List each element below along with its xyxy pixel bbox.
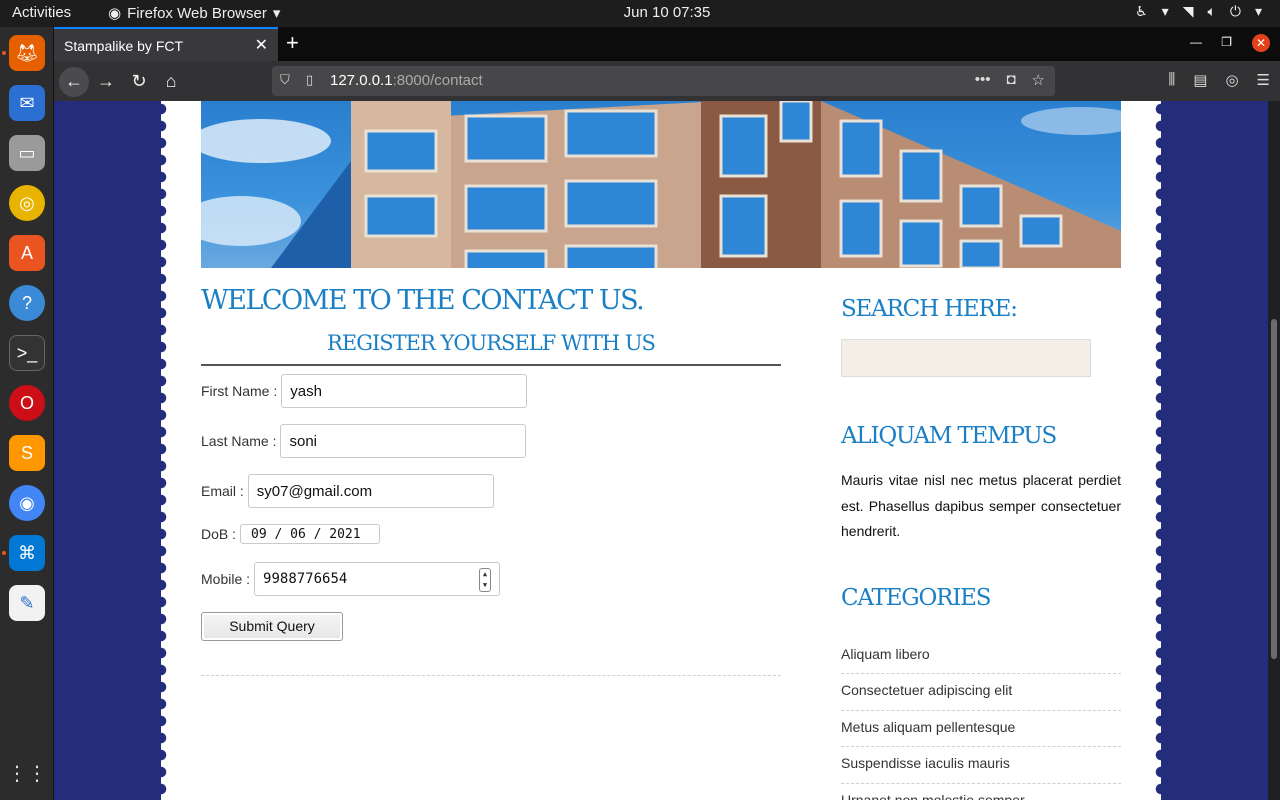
page-title: WELCOME TO THE CONTACT US. bbox=[201, 285, 645, 316]
first-name-input[interactable]: yash bbox=[281, 374, 528, 408]
vscode-icon[interactable]: ⌘ bbox=[9, 535, 45, 571]
scrollbar-thumb[interactable] bbox=[1271, 319, 1277, 659]
thunderbird-icon[interactable]: ✉ bbox=[9, 85, 45, 121]
software-center-icon[interactable]: A bbox=[9, 235, 45, 271]
first-name-label: First Name : bbox=[201, 383, 278, 399]
mobile-number-value: 9988776654 bbox=[263, 571, 348, 587]
categories-heading: CATEGORIES bbox=[841, 584, 991, 611]
tab-active[interactable]: Stampalike by FCT ✕ bbox=[54, 27, 278, 61]
new-tab-icon[interactable]: + bbox=[286, 30, 299, 56]
home-icon[interactable]: ⌂ bbox=[156, 67, 186, 97]
last-name-input[interactable]: soni bbox=[280, 424, 527, 458]
tab-bar: Stampalike by FCT ✕ + — ❐ ✕ bbox=[54, 27, 1280, 61]
sidebar: SEARCH HERE: ALIQUAM TEMPUS Mauris vitae… bbox=[841, 268, 1121, 800]
close-tab-icon[interactable]: ✕ bbox=[255, 35, 268, 55]
chrome-icon[interactable]: ◉ bbox=[9, 485, 45, 521]
divider bbox=[201, 675, 781, 676]
email-input[interactable]: sy07@gmail.com bbox=[247, 474, 494, 508]
browser-window: Stampalike by FCT ✕ + — ❐ ✕ ← → ↻ ⌂ ⛉ ▯ … bbox=[54, 27, 1280, 800]
url-bar[interactable]: ⛉ ▯ 127.0.0.1:8000/contact ••• ◘ ☆ bbox=[272, 66, 1055, 96]
dock: 🦊︎ ✉ ▭ ◎ A ? >_ O S ◉ ⌘ ✎ ⋮⋮ bbox=[0, 27, 54, 800]
tab-title: Stampalike by FCT bbox=[64, 38, 184, 54]
navigation-toolbar: ← → ↻ ⌂ ⛉ ▯ 127.0.0.1:8000/contact ••• ◘… bbox=[54, 61, 1280, 101]
opera-icon[interactable]: O bbox=[9, 385, 45, 421]
building-illustration bbox=[201, 101, 1121, 268]
submit-button[interactable]: Submit Query bbox=[201, 612, 343, 641]
minimize-icon[interactable]: — bbox=[1190, 35, 1202, 49]
main-content: WELCOME TO THE CONTACT US. REGISTER YOUR… bbox=[201, 268, 781, 676]
contact-form: First Name : yash Last Name : soni Email… bbox=[201, 374, 781, 641]
category-link[interactable]: Urnanet non molestie semper bbox=[841, 784, 1121, 800]
system-tray[interactable]: ♿︎ ▾ ◥ 🔈︎ ⏻ ▾ bbox=[1135, 3, 1262, 20]
search-input[interactable] bbox=[841, 339, 1091, 377]
menu-icon[interactable]: ☰ bbox=[1257, 71, 1270, 89]
tempus-text: Mauris vitae nisl nec metus placerat per… bbox=[841, 472, 1121, 539]
rhythmbox-icon[interactable]: ◎ bbox=[9, 185, 45, 221]
stamp-page: WELCOME TO THE CONTACT US. REGISTER YOUR… bbox=[155, 101, 1167, 800]
mobile-number-input[interactable]: 9988776654 ▲ ▼ bbox=[254, 562, 501, 596]
pocket-icon[interactable]: ◘ bbox=[1006, 71, 1015, 89]
firefox-icon[interactable]: 🦊︎ bbox=[9, 35, 45, 71]
back-arrow-icon[interactable]: ← bbox=[59, 67, 89, 97]
clock[interactable]: Jun 10 07:35 bbox=[0, 4, 1280, 21]
chevron-down-icon: ▾ bbox=[1254, 3, 1262, 19]
system-top-bar: Activities ◉ Firefox Web Browser ▾ Jun 1… bbox=[0, 0, 1280, 27]
dob-row: DoB : 09 / 06 / 2021 bbox=[201, 524, 781, 544]
category-link[interactable]: Suspendisse iaculis mauris bbox=[841, 747, 1121, 784]
restore-icon[interactable]: ❐ bbox=[1221, 35, 1232, 49]
wifi-icon[interactable]: ◥ bbox=[1183, 3, 1194, 20]
reload-icon[interactable]: ↻ bbox=[124, 67, 154, 97]
page-actions-icon[interactable]: ••• bbox=[975, 71, 991, 89]
help-icon[interactable]: ? bbox=[9, 285, 45, 321]
stamp-perforation-right bbox=[1155, 101, 1167, 800]
sublime-icon[interactable]: S bbox=[9, 435, 45, 471]
number-stepper-icon[interactable]: ▲ ▼ bbox=[479, 568, 492, 592]
url-path: :8000/contact bbox=[392, 72, 483, 89]
bookmark-star-icon[interactable]: ☆ bbox=[1032, 71, 1045, 89]
shield-icon[interactable]: ⛉ bbox=[280, 72, 290, 88]
page-scrollbar[interactable] bbox=[1268, 101, 1280, 800]
email-label: Email : bbox=[201, 483, 244, 499]
url-host: 127.0.0.1 bbox=[330, 72, 393, 89]
mobile-row: Mobile : 9988776654 ▲ ▼ bbox=[201, 562, 781, 596]
email-row: Email : sy07@gmail.com bbox=[201, 474, 781, 508]
volume-icon[interactable]: 🔈︎ bbox=[1207, 3, 1215, 20]
category-link[interactable]: Metus aliquam pellentesque bbox=[841, 711, 1121, 747]
search-heading: SEARCH HERE: bbox=[841, 296, 1018, 322]
categories-list: Aliquam libero Consectetuer adipiscing e… bbox=[841, 638, 1121, 800]
power-icon[interactable]: ⏻ bbox=[1230, 3, 1241, 20]
forward-arrow-icon[interactable]: → bbox=[91, 67, 121, 97]
files-icon[interactable]: ▭ bbox=[9, 135, 45, 171]
url-text: 127.0.0.1:8000/contact bbox=[330, 72, 483, 89]
category-link[interactable]: Aliquam libero bbox=[841, 638, 1121, 674]
category-link[interactable]: Consectetuer adipiscing elit bbox=[841, 674, 1121, 711]
show-apps-icon[interactable]: ⋮⋮ bbox=[7, 755, 47, 791]
terminal-icon[interactable]: >_ bbox=[9, 335, 45, 371]
page-info-icon[interactable]: ▯ bbox=[306, 72, 313, 88]
chevron-down-icon: ▾ bbox=[1161, 3, 1169, 19]
dob-date-input[interactable]: 09 / 06 / 2021 bbox=[240, 524, 381, 544]
first-name-row: First Name : yash bbox=[201, 374, 781, 408]
running-indicator bbox=[2, 551, 6, 555]
mobile-label: Mobile : bbox=[201, 571, 251, 587]
running-indicator bbox=[2, 51, 6, 55]
last-name-label: Last Name : bbox=[201, 433, 277, 449]
library-icon[interactable]: ⫼ bbox=[1168, 71, 1175, 89]
accessibility-icon[interactable]: ♿︎ bbox=[1135, 3, 1148, 20]
close-window-icon[interactable]: ✕ bbox=[1252, 34, 1270, 52]
tempus-heading: ALIQUAM TEMPUS bbox=[841, 423, 1057, 449]
last-name-row: Last Name : soni bbox=[201, 424, 781, 458]
form-heading: REGISTER YOURSELF WITH US bbox=[201, 331, 781, 366]
header-building-image bbox=[201, 101, 1121, 268]
stamp-perforation-left bbox=[155, 101, 167, 800]
page-viewport: WELCOME TO THE CONTACT US. REGISTER YOUR… bbox=[54, 101, 1280, 800]
sidebar-icon[interactable]: ▤ bbox=[1193, 71, 1207, 89]
dob-label: DoB : bbox=[201, 526, 237, 542]
account-icon[interactable]: ◎ bbox=[1225, 71, 1238, 89]
text-editor-icon[interactable]: ✎ bbox=[9, 585, 45, 621]
